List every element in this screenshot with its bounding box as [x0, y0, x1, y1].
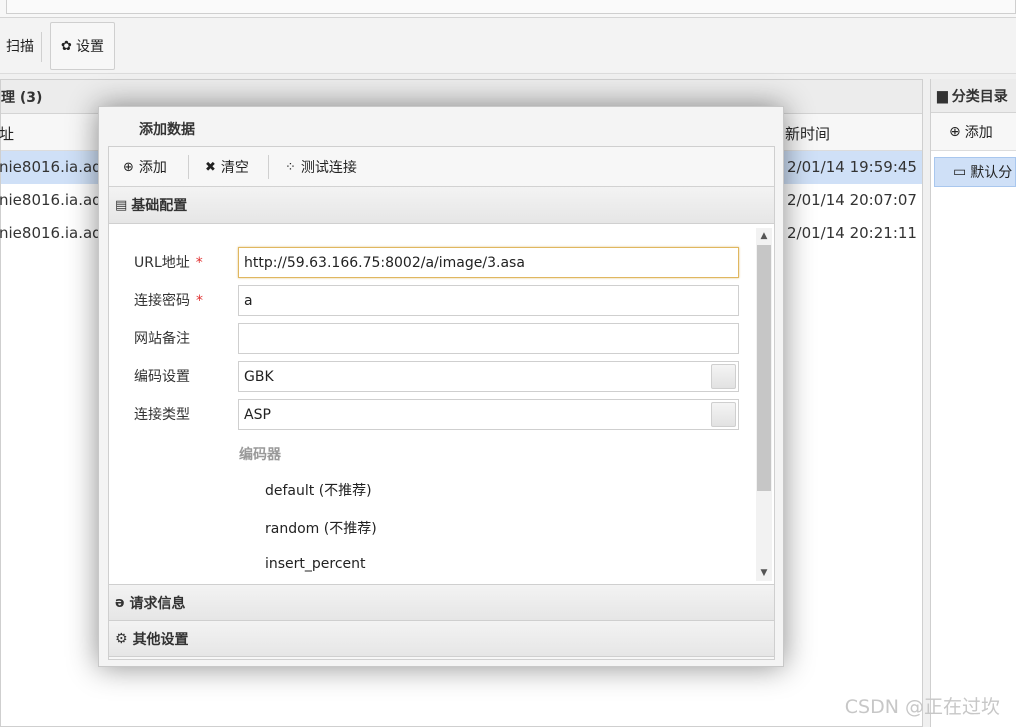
- add-category-button[interactable]: ⊕ 添加: [949, 122, 993, 142]
- test-connection-label: 测试连接: [300, 160, 357, 176]
- add-label: 添加: [138, 160, 167, 176]
- top-tab-strip: [6, 0, 1016, 14]
- add-category-label: 添加: [964, 124, 993, 141]
- category-toolbar: ⊕ 添加: [931, 113, 1016, 151]
- toolbar-separator: [41, 32, 42, 62]
- toolbar-separator: [268, 155, 269, 179]
- scan-label: 扫描: [6, 39, 34, 55]
- category-title-label: 分类目录: [951, 88, 1008, 105]
- category-item-label: 默认分: [970, 165, 1013, 181]
- close-icon: ✖: [205, 159, 216, 175]
- clear-label: 清空: [220, 160, 249, 176]
- test-connection-button[interactable]: ⁘ 测试连接: [285, 147, 357, 187]
- window-top-strip: [0, 0, 1016, 18]
- clear-button[interactable]: ✖ 清空: [205, 147, 249, 187]
- note-label: 网站备注: [134, 328, 190, 348]
- watermark: CSDN @正在过坎: [844, 696, 1000, 718]
- required-mark: *: [196, 293, 203, 309]
- add-button[interactable]: ⊕ 添加: [123, 147, 167, 187]
- scrollbar-thumb[interactable]: [757, 245, 771, 491]
- encoding-value: GBK: [244, 368, 274, 385]
- dialog-title: 添加数据: [139, 122, 195, 138]
- password-value: a: [244, 292, 253, 309]
- category-title: ▆ 分类目录: [931, 79, 1016, 113]
- type-label: 连接类型: [134, 404, 190, 424]
- dialog-body: ⊕ 添加 ✖ 清空 ⁘ 测试连接 ▤ 基础配置 URL地址 * http://5…: [108, 146, 775, 660]
- browser-icon: ə: [115, 594, 125, 611]
- gear-icon: ✿: [61, 38, 72, 54]
- password-label: 连接密码 *: [134, 290, 203, 310]
- scan-button[interactable]: 扫描: [0, 22, 44, 70]
- type-dropdown-button[interactable]: [711, 402, 736, 427]
- section-request-label: 请求信息: [129, 595, 186, 612]
- encoding-select[interactable]: GBK: [238, 361, 739, 392]
- spinner-icon: ⁘: [285, 159, 296, 175]
- section-basic-label: 基础配置: [131, 198, 188, 214]
- password-label-text: 连接密码: [134, 293, 190, 309]
- encoder-option-default[interactable]: default (不推荐): [265, 480, 372, 500]
- type-select[interactable]: ASP: [238, 399, 739, 430]
- url-input[interactable]: http://59.63.166.75:8002/a/image/3.asa: [238, 247, 739, 278]
- gears-icon: ⚙: [115, 630, 128, 647]
- encoder-group-label: 编码器: [239, 447, 281, 463]
- url-label-text: URL地址: [134, 255, 190, 271]
- dialog-toolbar: ⊕ 添加 ✖ 清空 ⁘ 测试连接: [109, 147, 774, 187]
- plus-circle-icon: ⊕: [949, 123, 961, 140]
- section-other-settings[interactable]: ⚙ 其他设置: [109, 621, 774, 657]
- add-data-dialog: 添加数据 ⊕ 添加 ✖ 清空 ⁘ 测试连接 ▤ 基础配置 URL地址 * htt…: [98, 106, 784, 667]
- section-other-label: 其他设置: [132, 631, 189, 648]
- category-item-default[interactable]: ▭ 默认分: [934, 157, 1016, 187]
- plus-circle-icon: ⊕: [123, 159, 134, 175]
- password-input[interactable]: a: [238, 285, 739, 316]
- scroll-up-arrow-icon[interactable]: ▲: [756, 228, 772, 244]
- folder-icon: ▆: [937, 87, 948, 104]
- toolbar-separator: [188, 155, 189, 179]
- vertical-scrollbar[interactable]: ▲ ▼: [756, 228, 772, 581]
- encoding-label: 编码设置: [134, 366, 190, 386]
- main-toolbar: 扫描 ✿ 设置: [0, 18, 1016, 74]
- encoding-dropdown-button[interactable]: [711, 364, 736, 389]
- encoding-label-text: 编码设置: [134, 369, 190, 385]
- section-request-info[interactable]: ə 请求信息: [109, 585, 774, 621]
- url-label: URL地址 *: [134, 252, 203, 272]
- encoder-option-random[interactable]: random (不推荐): [265, 518, 377, 538]
- required-mark: *: [195, 255, 203, 271]
- encoder-option-insert-percent[interactable]: insert_percent: [265, 556, 366, 572]
- row-time: 2/01/14 20:07:07: [787, 191, 917, 209]
- basic-config-panel: URL地址 * http://59.63.166.75:8002/a/image/…: [109, 224, 774, 585]
- settings-button[interactable]: ✿ 设置: [50, 22, 115, 70]
- row-time: 2/01/14 19:59:45: [787, 158, 917, 176]
- note-input[interactable]: [238, 323, 739, 354]
- scroll-down-arrow-icon[interactable]: ▼: [756, 565, 772, 581]
- row-time: 2/01/14 20:21:11: [787, 224, 917, 242]
- category-panel: ▆ 分类目录 ⊕ 添加 ▭ 默认分: [930, 79, 1016, 727]
- column-url[interactable]: 址: [0, 123, 14, 144]
- type-value: ASP: [244, 406, 271, 423]
- folder-open-icon: ▭: [953, 164, 967, 180]
- url-value: http://59.63.166.75:8002/a/image/3.asa: [244, 254, 525, 271]
- type-label-text: 连接类型: [134, 407, 190, 423]
- column-time[interactable]: 新时间: [785, 123, 830, 144]
- section-basic-config[interactable]: ▤ 基础配置: [109, 187, 774, 224]
- note-label-text: 网站备注: [134, 331, 190, 347]
- document-icon: ▤: [115, 197, 128, 213]
- settings-label: 设置: [75, 39, 104, 55]
